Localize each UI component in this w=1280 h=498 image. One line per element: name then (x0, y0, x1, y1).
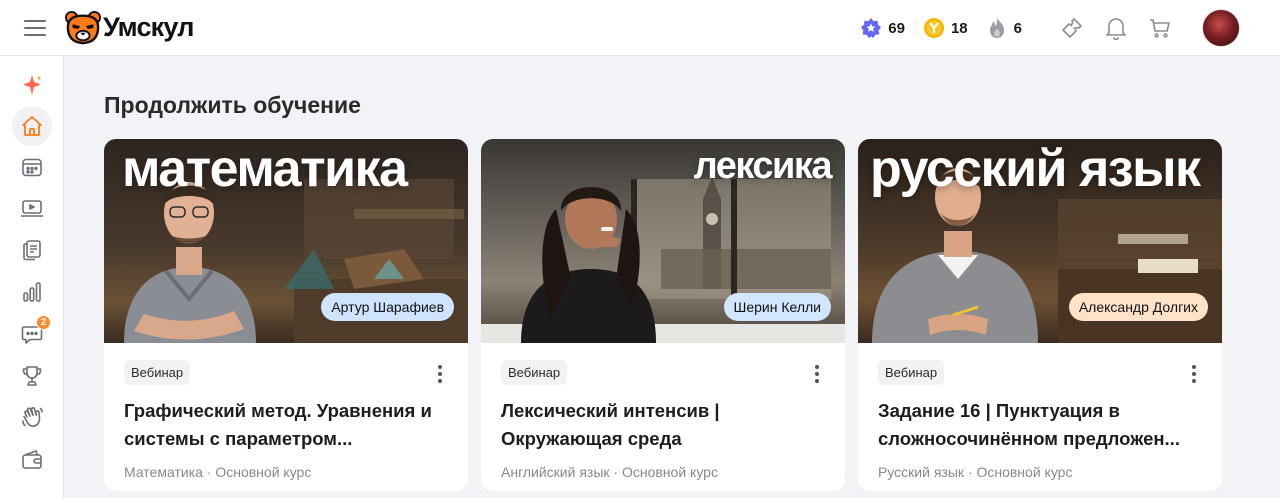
laptop-icon (21, 200, 43, 217)
teacher-label: Александр Долгих (1068, 293, 1208, 321)
more-options-icon[interactable] (1192, 365, 1196, 383)
course-card[interactable]: лексика Шерин Келли Вебинар Лексический … (481, 139, 845, 491)
lesson-title: Графический метод. Уравнения и системы с… (124, 400, 432, 449)
teacher-label: Артур Шарафиев (321, 293, 454, 321)
cover-title: русский язык (870, 140, 1201, 198)
course-meta: Математика · Основной курс (124, 464, 312, 480)
hand-wave-icon (22, 407, 43, 427)
coins-count: 18 (950, 19, 968, 37)
home-icon (22, 116, 42, 136)
cover-title: лексика (693, 145, 833, 187)
sidebar-item-homework[interactable] (12, 230, 52, 270)
more-options-icon[interactable] (815, 365, 819, 383)
stars-count: 69 (888, 19, 905, 37)
type-chip: Вебинар (124, 360, 191, 385)
menu-icon[interactable] (24, 19, 46, 36)
sidebar-item-wallet[interactable] (12, 439, 52, 479)
course-cover: лексика Шерин Келли (481, 139, 845, 343)
calendar-icon (22, 158, 42, 177)
chat-badge: 2 (36, 315, 51, 330)
trophy-icon (22, 366, 42, 386)
sidebar-item-calendar[interactable] (12, 147, 52, 187)
stats-icon (23, 282, 41, 302)
documents-icon (23, 240, 41, 261)
sidebar-item-chat[interactable]: 2 (12, 314, 52, 354)
sidebar-item-community[interactable] (12, 397, 52, 437)
sidebar-item-lessons[interactable] (12, 189, 52, 229)
more-options-icon[interactable] (438, 365, 442, 383)
sidebar-item-home[interactable] (12, 106, 52, 146)
section-title: Продолжить обучение (104, 92, 361, 118)
streak-count: 6 (1013, 19, 1022, 37)
wallet-icon (22, 450, 42, 469)
cart-icon[interactable] (1148, 16, 1172, 40)
ticket-icon[interactable] (1060, 16, 1084, 40)
star-badge-icon (860, 17, 882, 39)
stat-stars[interactable]: 69 (860, 17, 905, 39)
sidebar-item-ai[interactable] (12, 65, 52, 105)
bear-logo-icon (65, 10, 101, 44)
bell-icon[interactable] (1104, 16, 1128, 40)
top-header: Умскул 69 18 6 (0, 0, 1280, 56)
stat-coins[interactable]: 18 (923, 17, 968, 39)
course-card[interactable]: русский язык Александр Долгих Вебинар За… (858, 139, 1222, 491)
lesson-title: Лексический интенсив | Окружающая среда (501, 400, 720, 449)
lesson-title: Задание 16 | Пунктуация в сложносочинённ… (878, 400, 1180, 449)
teacher-label: Шерин Келли (723, 293, 831, 321)
course-meta: Английский язык · Основной курс (501, 464, 718, 480)
stat-streak[interactable]: 6 (986, 17, 1022, 39)
course-card[interactable]: математика Артур Шарафиев Вебинар Графич… (104, 139, 468, 491)
type-chip: Вебинар (878, 360, 945, 385)
course-cover: математика Артур Шарафиев (104, 139, 468, 343)
cover-title: математика (122, 140, 408, 198)
logo-text: Умскул (103, 12, 194, 42)
flame-icon (986, 17, 1008, 39)
sidebar: 2 (0, 56, 64, 498)
course-meta: Русский язык · Основной курс (878, 464, 1073, 480)
logo[interactable]: Умскул (64, 10, 194, 46)
course-cover: русский язык Александр Долгих (858, 139, 1222, 343)
type-chip: Вебинар (501, 360, 568, 385)
coin-icon (923, 17, 945, 39)
sidebar-item-achievements[interactable] (12, 356, 52, 396)
sidebar-item-progress[interactable] (12, 272, 52, 312)
avatar[interactable] (1202, 9, 1240, 47)
sparkle-icon (23, 75, 42, 95)
